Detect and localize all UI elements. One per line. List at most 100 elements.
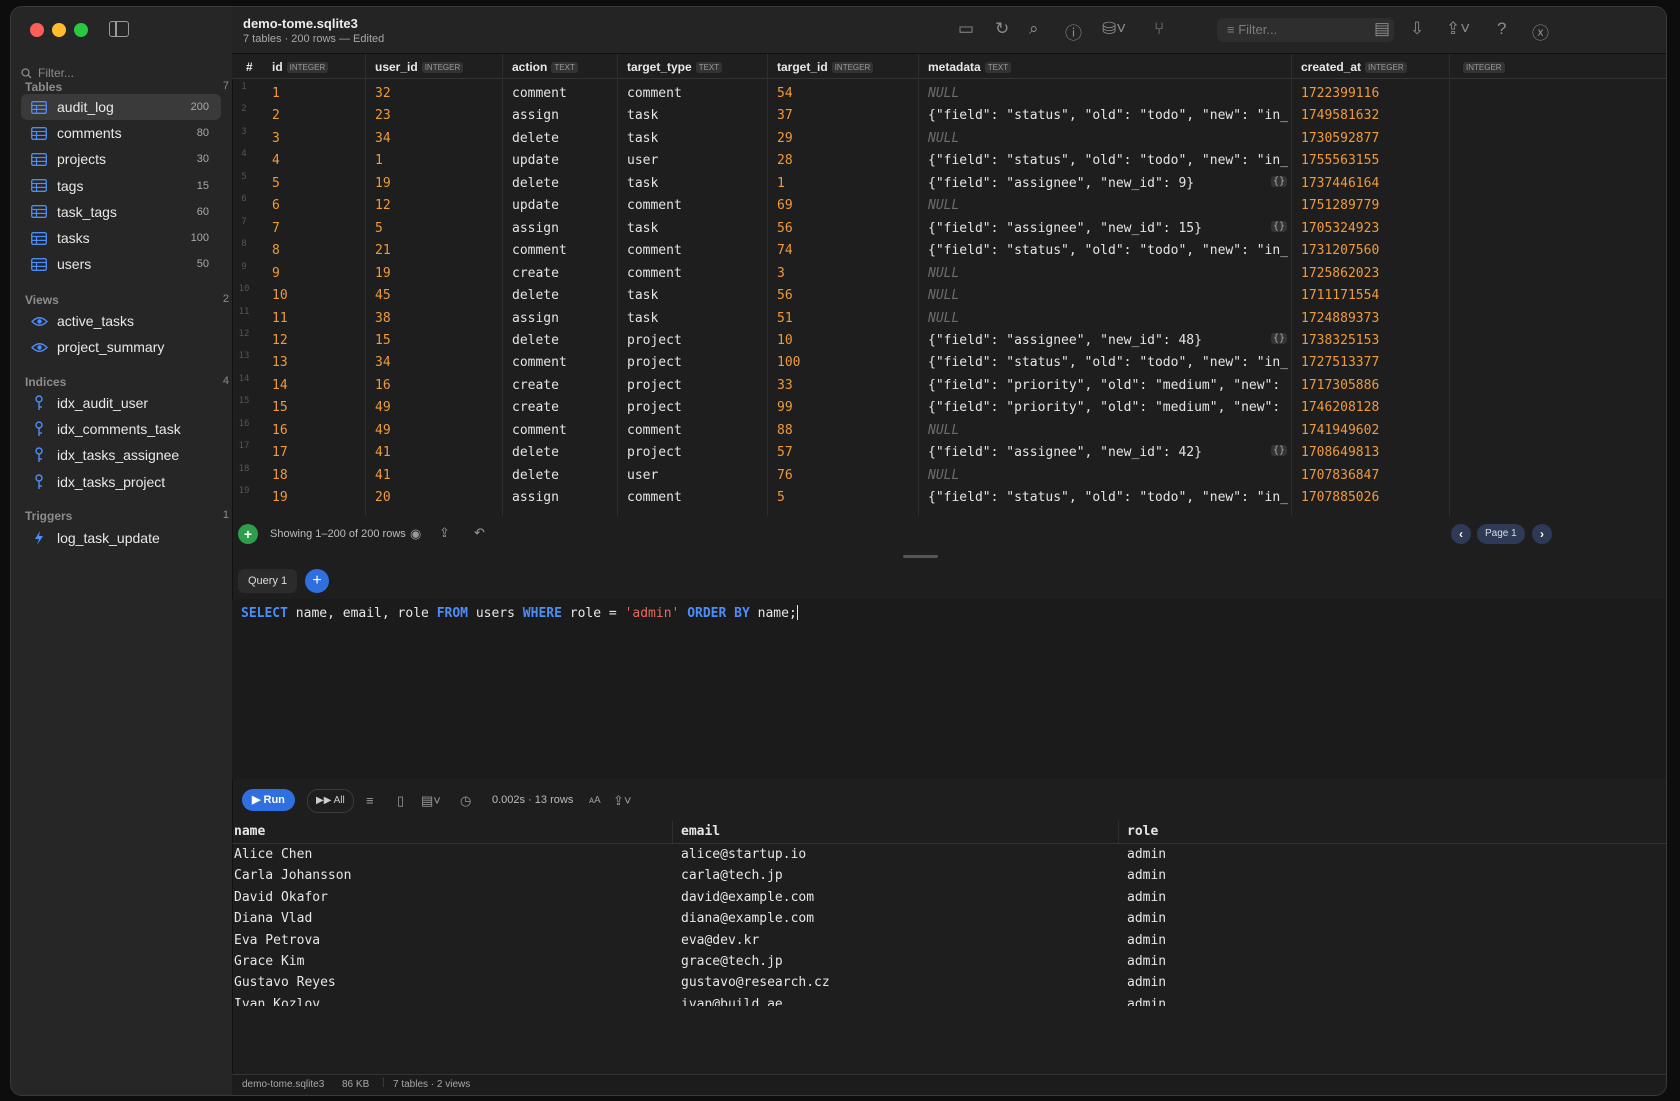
table-row[interactable]: 3 3 34 delete task 29 NULL 1730592877: [232, 127, 1666, 149]
sidebar-item-project_summary[interactable]: project_summary: [21, 334, 221, 360]
eye-icon[interactable]: ◉: [410, 526, 421, 542]
results-cell-role[interactable]: admin: [1127, 954, 1166, 969]
results-row[interactable]: Carla Johansson carla@tech.jp admin: [232, 868, 1666, 889]
results-cell-email[interactable]: david@example.com: [681, 890, 814, 905]
sidebar-item-task_tags[interactable]: task_tags 60: [21, 199, 221, 225]
cell-created_at[interactable]: 1749581632: [1301, 108, 1379, 123]
cell-created_at[interactable]: 1746208128: [1301, 400, 1379, 415]
cell-target_type[interactable]: project: [627, 378, 682, 393]
add-row-button[interactable]: +: [238, 524, 258, 544]
table-view-icon[interactable]: ▤: [1374, 19, 1390, 39]
cell-target_type[interactable]: project: [627, 400, 682, 415]
cell-target_id[interactable]: 56: [777, 288, 793, 303]
cell-target_type[interactable]: task: [627, 288, 658, 303]
results-cell-name[interactable]: Eva Petrova: [234, 933, 320, 948]
results-cell-role[interactable]: admin: [1127, 975, 1166, 990]
cell-metadata[interactable]: NULL: [928, 311, 1288, 326]
save-query-icon[interactable]: ▤˅: [421, 793, 441, 809]
column-header-target_type[interactable]: target_type TEXT: [627, 60, 723, 74]
cell-action[interactable]: create: [512, 378, 559, 393]
results-cell-role[interactable]: admin: [1127, 890, 1166, 905]
cell-id[interactable]: 6: [272, 198, 280, 213]
cell-created_at[interactable]: 1707836847: [1301, 468, 1379, 483]
sidebar-item-users[interactable]: users 50: [21, 251, 221, 277]
cell-user_id[interactable]: 34: [375, 355, 391, 370]
cell-target_id[interactable]: 88: [777, 423, 793, 438]
cell-target_id[interactable]: 3: [777, 266, 785, 281]
cell-user_id[interactable]: 19: [375, 266, 391, 281]
cell-user_id[interactable]: 1: [375, 153, 383, 168]
table-row[interactable]: 16 16 49 comment comment 88 NULL 1741949602: [232, 419, 1666, 441]
sql-editor[interactable]: SELECT name, email, role FROM users WHER…: [232, 599, 1666, 779]
results-cell-name[interactable]: Carla Johansson: [234, 868, 351, 883]
cell-action[interactable]: comment: [512, 355, 567, 370]
undo-icon[interactable]: ↶: [474, 525, 485, 541]
cell-created_at[interactable]: 1755563155: [1301, 153, 1379, 168]
cell-user_id[interactable]: 20: [375, 490, 391, 505]
cell-metadata[interactable]: {"field": "assignee", "new_id": 9}: [928, 176, 1288, 191]
cell-metadata[interactable]: {"field": "assignee", "new_id": 48}: [928, 333, 1288, 348]
column-header-metadata[interactable]: metadata TEXT: [928, 60, 1012, 74]
results-column-email[interactable]: email: [681, 824, 720, 839]
cell-id[interactable]: 5: [272, 176, 280, 191]
close-window-button[interactable]: [30, 23, 44, 37]
results-cell-role[interactable]: admin: [1127, 911, 1166, 926]
format-icon[interactable]: ≡: [366, 793, 374, 808]
table-row[interactable]: 8 8 21 comment comment 74 {"field": "status", …: [232, 239, 1666, 261]
cell-target_id[interactable]: 33: [777, 378, 793, 393]
table-row[interactable]: 13 13 34 comment project 100 {"field": "status…: [232, 351, 1666, 373]
cell-created_at[interactable]: 1717305886: [1301, 378, 1379, 393]
results-cell-email[interactable]: grace@tech.jp: [681, 954, 783, 969]
toolbar-filter-input[interactable]: ≡ Filter...: [1217, 18, 1394, 42]
cell-action[interactable]: assign: [512, 490, 559, 505]
next-page-button[interactable]: ›: [1532, 524, 1552, 544]
cell-metadata[interactable]: {"field": "status", "old": "todo", "new"…: [928, 355, 1288, 370]
table-row[interactable]: 2 2 23 assign task 37 {"field": "status", "old…: [232, 104, 1666, 126]
cell-metadata[interactable]: {"field": "priority", "old": "medium", "…: [928, 378, 1288, 393]
minimize-window-button[interactable]: [52, 23, 66, 37]
cell-id[interactable]: 18: [272, 468, 288, 483]
add-query-tab-button[interactable]: +: [305, 569, 329, 593]
database-icon[interactable]: ⛁˅: [1102, 19, 1126, 39]
cell-target_id[interactable]: 29: [777, 131, 793, 146]
results-cell-email[interactable]: alice@startup.io: [681, 847, 806, 862]
cell-target_type[interactable]: task: [627, 221, 658, 236]
cell-target_id[interactable]: 51: [777, 311, 793, 326]
cell-id[interactable]: 12: [272, 333, 288, 348]
cell-target_id[interactable]: 56: [777, 221, 793, 236]
cell-action[interactable]: update: [512, 153, 559, 168]
cell-action[interactable]: create: [512, 266, 559, 281]
results-column-divider[interactable]: [1118, 821, 1119, 843]
results-column-divider[interactable]: [672, 821, 673, 843]
sidebar-item-idx_tasks_project[interactable]: idx_tasks_project: [21, 469, 221, 495]
cell-target_id[interactable]: 76: [777, 468, 793, 483]
results-cell-name[interactable]: Diana Vlad: [234, 911, 312, 926]
results-row[interactable]: Alice Chen alice@startup.io admin: [232, 847, 1666, 868]
results-cell-email[interactable]: eva@dev.kr: [681, 933, 759, 948]
results-cell-email[interactable]: gustavo@research.cz: [681, 975, 830, 990]
sidebar-item-idx_tasks_assignee[interactable]: idx_tasks_assignee: [21, 442, 221, 468]
cell-target_type[interactable]: project: [627, 333, 682, 348]
export-results-icon[interactable]: ⇪˅: [613, 793, 631, 809]
table-row[interactable]: 1 1 32 comment comment 54 NULL 1722399116: [232, 82, 1666, 104]
explain-icon[interactable]: ▯: [397, 793, 404, 809]
column-divider[interactable]: [502, 54, 503, 516]
cell-created_at[interactable]: 1751289779: [1301, 198, 1379, 213]
cell-metadata[interactable]: NULL: [928, 86, 1288, 101]
cell-id[interactable]: 7: [272, 221, 280, 236]
refresh-icon[interactable]: ↻: [995, 19, 1009, 39]
cell-id[interactable]: 11: [272, 311, 288, 326]
cell-user_id[interactable]: 45: [375, 288, 391, 303]
pane-splitter-handle[interactable]: [903, 555, 938, 558]
cell-user_id[interactable]: 21: [375, 243, 391, 258]
cell-created_at[interactable]: 1705324923: [1301, 221, 1379, 236]
search-icon[interactable]: ⌕: [1029, 19, 1039, 39]
info-icon[interactable]: ⓘ: [1065, 19, 1082, 44]
results-cell-name[interactable]: Alice Chen: [234, 847, 312, 862]
cell-id[interactable]: 3: [272, 131, 280, 146]
cell-target_type[interactable]: task: [627, 108, 658, 123]
cell-id[interactable]: 16: [272, 423, 288, 438]
cell-created_at[interactable]: 1707885026: [1301, 490, 1379, 505]
cell-target_type[interactable]: task: [627, 311, 658, 326]
cell-metadata[interactable]: NULL: [928, 288, 1288, 303]
